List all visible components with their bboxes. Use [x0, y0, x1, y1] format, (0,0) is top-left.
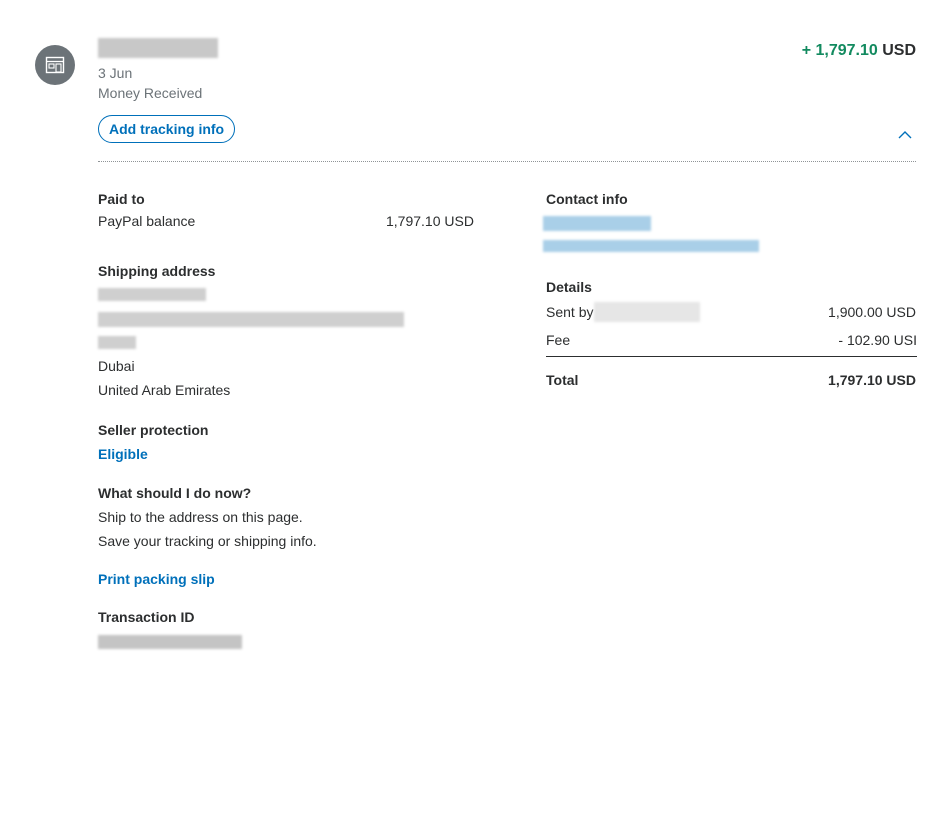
section-divider — [98, 161, 916, 162]
redacted-transaction-id — [98, 635, 242, 649]
print-packing-slip-link[interactable]: Print packing slip — [98, 571, 215, 587]
next-steps-line2: Save your tracking or shipping info. — [98, 533, 317, 549]
seller-protection-heading: Seller protection — [98, 422, 209, 438]
redacted-sender — [594, 302, 700, 322]
redacted-address-line2 — [98, 312, 404, 327]
total-amount: 1,797.10 USD — [828, 372, 916, 388]
paid-to-heading: Paid to — [98, 191, 145, 207]
paid-to-account: PayPal balance — [98, 213, 196, 229]
redacted-address-line3 — [98, 336, 136, 349]
transaction-date: 3 Jun — [98, 65, 133, 81]
amount-value: + 1,797.10 — [801, 42, 878, 59]
paid-to-amount: 1,797.10 USD — [386, 213, 474, 229]
transaction-amount: + 1,797.10 USD — [802, 42, 916, 60]
shipping-city: Dubai — [98, 358, 135, 374]
amount-currency: USD — [882, 42, 916, 59]
shipping-heading: Shipping address — [98, 263, 216, 279]
redacted-contact-line1 — [543, 216, 651, 231]
total-divider — [546, 356, 917, 357]
redacted-address-line1 — [98, 288, 206, 301]
contact-heading: Contact info — [546, 191, 628, 207]
redacted-contact-line2 — [543, 240, 759, 252]
fee-label: Fee — [546, 332, 571, 348]
total-label: Total — [546, 372, 579, 388]
transaction-type: Money Received — [98, 85, 203, 101]
chevron-up-icon[interactable] — [897, 127, 913, 139]
transaction-id-heading: Transaction ID — [98, 609, 195, 625]
sent-by-label: Sent by — [546, 304, 594, 320]
details-heading: Details — [546, 279, 592, 295]
storefront-icon — [35, 45, 75, 85]
add-tracking-button[interactable]: Add tracking info — [98, 115, 236, 143]
next-steps-heading: What should I do now? — [98, 485, 252, 501]
next-steps-line1: Ship to the address on this page. — [98, 509, 303, 525]
fee-amount: - 102.90 USI — [838, 332, 917, 348]
seller-protection-status[interactable]: Eligible — [98, 446, 148, 462]
redacted-name — [98, 38, 218, 58]
shipping-country: United Arab Emirates — [98, 382, 231, 398]
sent-by-amount: 1,900.00 USD — [828, 304, 916, 320]
